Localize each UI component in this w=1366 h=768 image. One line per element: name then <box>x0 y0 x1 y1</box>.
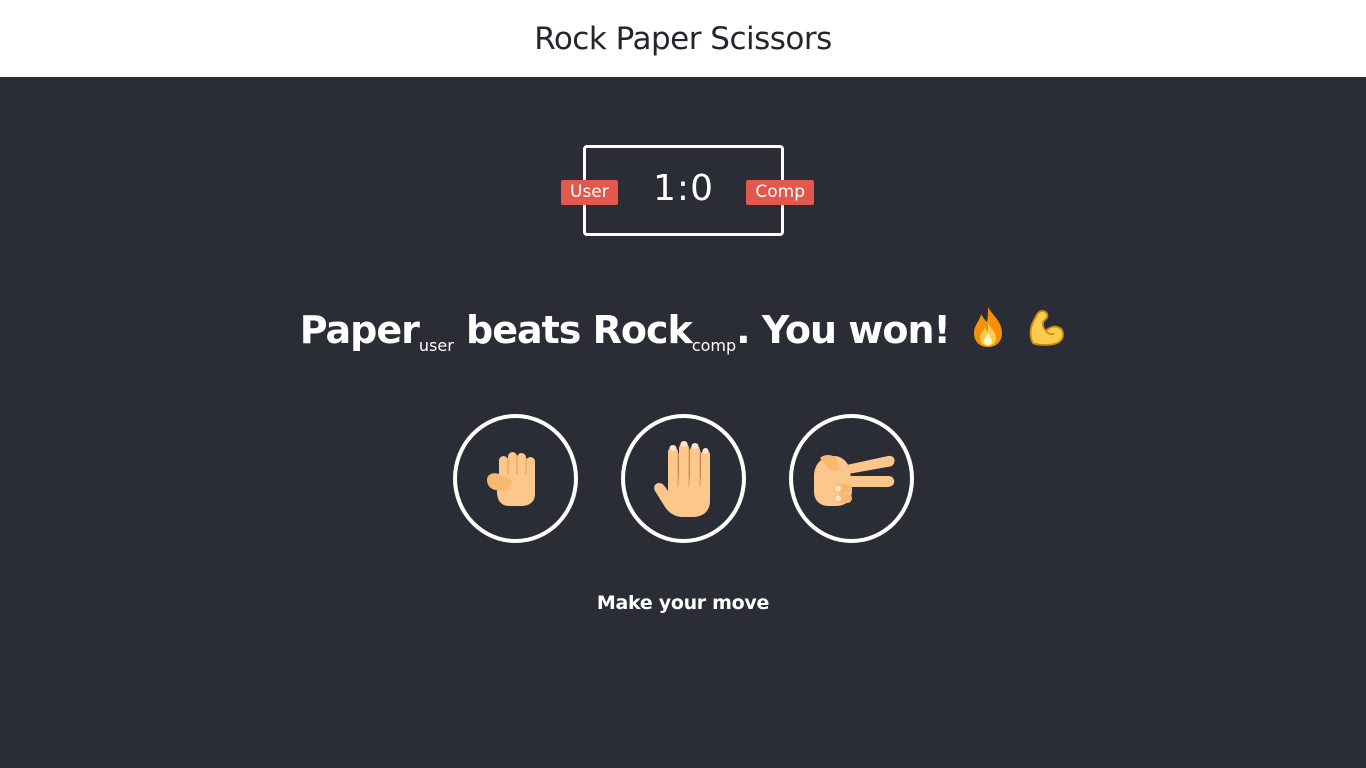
comp-score-label: Comp <box>746 180 814 205</box>
paper-button[interactable] <box>621 414 746 543</box>
result-verb: beats <box>466 308 581 352</box>
result-message: Paperuser beats Rockcomp. You won! <box>0 305 1366 355</box>
outcome-text: . You won! <box>736 308 951 352</box>
user-subscript: user <box>418 336 454 355</box>
instruction-text: Make your move <box>596 592 770 614</box>
page-title: Rock Paper Scissors <box>534 20 832 57</box>
rock-button[interactable] <box>453 414 578 543</box>
open-hand-icon <box>653 440 710 517</box>
comp-choice-text: Rock <box>592 308 693 352</box>
app-header: Rock Paper Scissors <box>0 0 1366 77</box>
fire-icon <box>974 307 1003 347</box>
scissors-button[interactable] <box>789 414 914 543</box>
fist-hand-icon <box>486 451 535 506</box>
flexed-biceps-icon <box>1029 310 1065 346</box>
scoreboard: User 1:0 Comp <box>561 145 814 236</box>
victory-hand-sideways-icon <box>813 454 895 506</box>
user-choice-text: Paper <box>299 308 420 352</box>
comp-subscript: comp <box>691 336 737 355</box>
choices-row <box>0 414 1366 543</box>
